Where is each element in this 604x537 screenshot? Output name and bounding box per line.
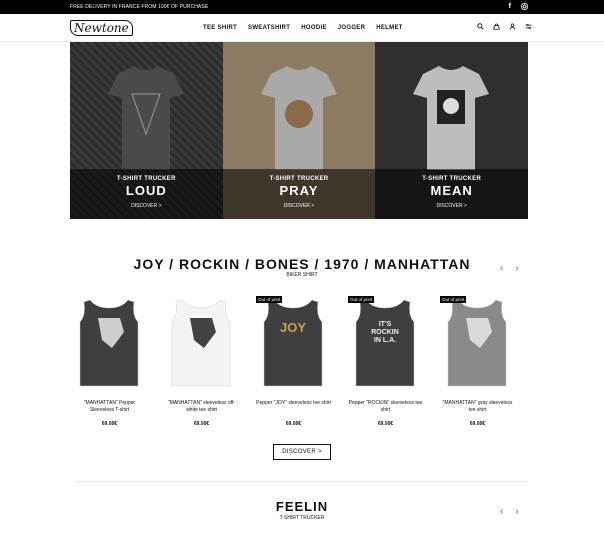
product-card[interactable]: "MANHATTAN" sleeveless off-white tee shi…	[164, 296, 239, 427]
discover-button[interactable]: DISCOVER >	[273, 444, 331, 460]
product-card[interactable]: "MANHATTAN" Pepper Sleeveless T-shirt 69.…	[72, 296, 147, 427]
product-card[interactable]: JOY Out of print Pepper "JOY" sleeveless t…	[256, 296, 331, 427]
product-image[interactable]: IT'S ROCKIN IN L.A. Out of print	[348, 296, 423, 388]
hero-title: PRAY	[279, 183, 319, 198]
site-header: Newtone TEE SHIRT SWEATSHIRT HOODIE JOGG…	[0, 14, 604, 42]
carousel-arrows: ‹ ›	[500, 263, 519, 274]
product-price: 69.00€	[193, 421, 210, 427]
bag-icon[interactable]	[493, 23, 500, 32]
product-image[interactable]	[164, 296, 239, 388]
carousel-arrows: ‹ ›	[500, 506, 519, 517]
svg-text:ROCKIN: ROCKIN	[371, 329, 399, 336]
product-name[interactable]: "MANHATTAN" gray sleeveless tee shirt	[440, 400, 515, 421]
product-image[interactable]: Out of print	[440, 296, 515, 388]
social-links: f	[509, 3, 528, 12]
hero-banner: T-SHIRT TRUCKER LOUD DISCOVER > T-SHIRT …	[70, 42, 529, 219]
nav-sweatshirt[interactable]: SWEATSHIRT	[248, 25, 290, 31]
product-price: 69.00€	[101, 421, 118, 427]
chevron-left-icon[interactable]: ‹	[500, 506, 503, 517]
facebook-icon[interactable]: f	[509, 3, 511, 12]
hero-caption: T-SHIRT TRUCKER PRAY DISCOVER >	[222, 169, 376, 219]
tshirt-image	[108, 66, 184, 170]
product-name[interactable]: Pepper "JOY" sleeveless tee shirt	[256, 400, 331, 421]
svg-text:IN L.A.: IN L.A.	[374, 337, 396, 344]
chevron-right-icon[interactable]: ›	[515, 263, 518, 274]
hero-panel-pray[interactable]: T-SHIRT TRUCKER PRAY DISCOVER >	[222, 42, 376, 219]
nav-jogger[interactable]: JOGGER	[338, 25, 365, 31]
promo-message: FREE DELIVERY IN FRANCE FROM 100€ OF PUR…	[70, 4, 209, 10]
search-icon[interactable]	[477, 23, 484, 32]
product-price: 69.00€	[469, 421, 486, 427]
product-price: 69.00€	[285, 421, 302, 427]
promo-bar: FREE DELIVERY IN FRANCE FROM 100€ OF PUR…	[0, 0, 604, 14]
hero-kicker: T-SHIRT TRUCKER	[269, 176, 329, 182]
out-of-print-badge: Out of print	[348, 296, 375, 303]
product-image[interactable]: JOY Out of print	[256, 296, 331, 388]
product-card[interactable]: IT'S ROCKIN IN L.A. Out of print Pepper "ROC…	[348, 296, 423, 427]
main-nav: TEE SHIRT SWEATSHIRT HOODIE JOGGER HELME…	[203, 25, 403, 31]
product-name[interactable]: Pepper "ROCKIN" sleeveless tee shirt	[348, 400, 423, 421]
header-icons	[477, 23, 532, 32]
out-of-print-badge: Out of print	[256, 296, 283, 303]
hero-caption: T-SHIRT TRUCKER LOUD DISCOVER >	[70, 169, 223, 219]
hero-panel-mean[interactable]: T-SHIRT TRUCKER MEAN DISCOVER >	[375, 42, 529, 219]
instagram-icon[interactable]	[521, 2, 528, 12]
product-price: 69.00€	[377, 421, 394, 427]
svg-text:JOY: JOY	[280, 320, 306, 335]
tshirt-image	[260, 66, 337, 170]
svg-text:IT'S: IT'S	[379, 321, 392, 328]
product-name[interactable]: "MANHATTAN" sleeveless off-white tee shi…	[164, 400, 239, 421]
hero-kicker: T-SHIRT TRUCKER	[116, 176, 176, 182]
tshirt-image	[413, 66, 490, 170]
filter-icon[interactable]	[525, 23, 532, 32]
out-of-print-badge: Out of print	[440, 296, 467, 303]
nav-helmet[interactable]: HELMET	[376, 25, 402, 31]
hero-discover-link[interactable]: DISCOVER >	[223, 203, 376, 209]
hero-discover-link[interactable]: DISCOVER >	[70, 203, 223, 209]
site-logo[interactable]: Newtone	[70, 19, 133, 36]
product-name[interactable]: "MANHATTAN" Pepper Sleeveless T-shirt	[72, 400, 147, 421]
section-divider	[76, 481, 528, 482]
hero-title: LOUD	[125, 183, 167, 198]
hero-kicker: T-SHIRT TRUCKER	[422, 176, 482, 182]
product-carousel: "MANHATTAN" Pepper Sleeveless T-shirt 69.…	[72, 296, 515, 427]
hero-title: MEAN	[430, 183, 473, 198]
user-icon[interactable]	[509, 23, 516, 32]
nav-tee-shirt[interactable]: TEE SHIRT	[203, 25, 237, 31]
product-image[interactable]	[72, 296, 147, 388]
hero-caption: T-SHIRT TRUCKER MEAN DISCOVER >	[375, 169, 529, 219]
product-card[interactable]: Out of print "MANHATTAN" gray sleeveless …	[440, 296, 515, 427]
hero-panel-loud[interactable]: T-SHIRT TRUCKER LOUD DISCOVER >	[70, 42, 223, 219]
chevron-right-icon[interactable]: ›	[515, 506, 518, 517]
nav-hoodie[interactable]: HOODIE	[301, 25, 326, 31]
hero-discover-link[interactable]: DISCOVER >	[375, 203, 528, 209]
chevron-left-icon[interactable]: ‹	[500, 263, 503, 274]
